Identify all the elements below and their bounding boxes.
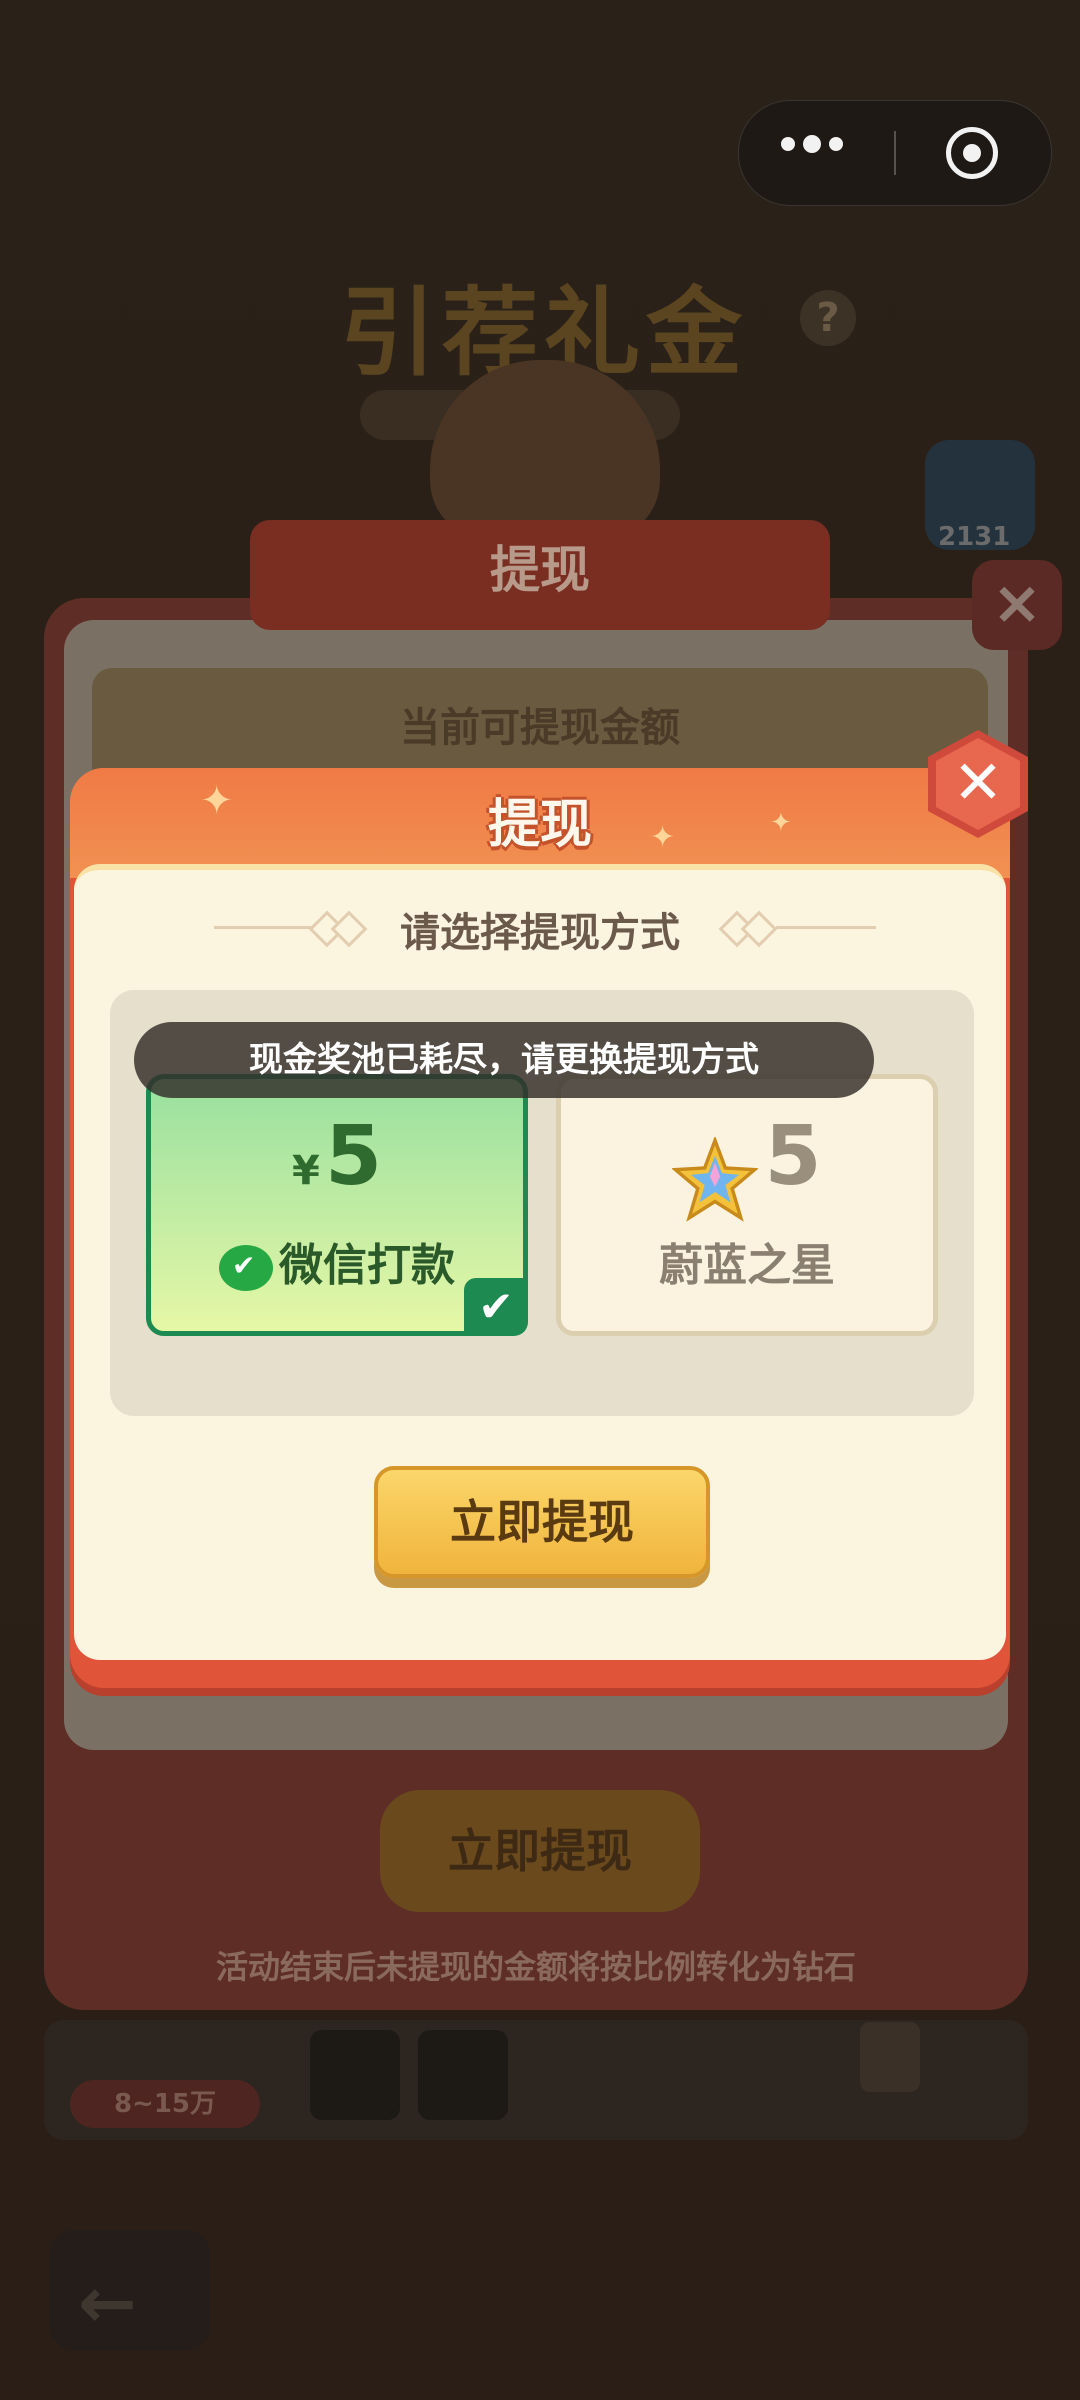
wechat-icon — [219, 1245, 273, 1291]
withdraw-panel-title: 提现 — [490, 541, 590, 599]
more-icon[interactable] — [781, 133, 881, 173]
option-label: 蔚蓝之星 — [659, 1240, 835, 1291]
withdraw-method-dialog: ✦ ✦ ✦ 提现 请选择提现方式 ¥ 5 微信打款 ✔ — [70, 768, 1010, 1688]
back-arrow-icon: ← — [78, 2262, 137, 2344]
dialog-body: 请选择提现方式 ¥ 5 微信打款 ✔ — [74, 864, 1006, 1660]
check-icon: ✔ — [464, 1278, 528, 1336]
dialog-title: 提现 — [487, 795, 592, 855]
wechat-payout-option[interactable]: ¥ 5 微信打款 ✔ — [146, 1074, 528, 1336]
panel-close-icon[interactable]: × — [972, 560, 1062, 650]
close-icon: ✕ — [936, 738, 1020, 830]
panel-note: 活动结束后未提现的金额将按比例转化为钻石 — [215, 1948, 856, 1986]
currency-symbol: ¥ — [292, 1148, 320, 1194]
option-amount: 5 — [324, 1109, 382, 1204]
divider — [776, 926, 876, 929]
panel-withdraw-button[interactable]: 立即提现 — [380, 1790, 700, 1912]
withdraw-panel-ribbon: 提现 — [250, 520, 830, 630]
option-amount: 5 — [764, 1109, 822, 1204]
option-label: 微信打款 — [279, 1240, 455, 1291]
miniprogram-capsule — [738, 100, 1052, 206]
add-slot-icon[interactable] — [418, 2030, 508, 2120]
close-miniprogram-icon[interactable] — [946, 127, 998, 179]
reward-slot[interactable] — [310, 2030, 400, 2120]
capsule-divider — [894, 131, 896, 175]
dialog-header: ✦ ✦ ✦ 提现 — [70, 768, 1010, 878]
withdraw-now-button[interactable]: 立即提现 — [374, 1466, 710, 1578]
help-icon[interactable]: ? — [800, 290, 856, 346]
choose-method-label: 请选择提现方式 — [400, 910, 680, 956]
lock-icon — [860, 2022, 920, 2092]
star-icon — [672, 1136, 759, 1222]
azure-star-option[interactable]: 5 蔚蓝之星 — [556, 1074, 938, 1336]
pool-exhausted-toast: 现金奖池已耗尽，请更换提现方式 — [134, 1022, 874, 1098]
side-badge-count: 2131 — [938, 522, 1011, 552]
reward-range-badge: 8~15万 — [70, 2080, 260, 2128]
